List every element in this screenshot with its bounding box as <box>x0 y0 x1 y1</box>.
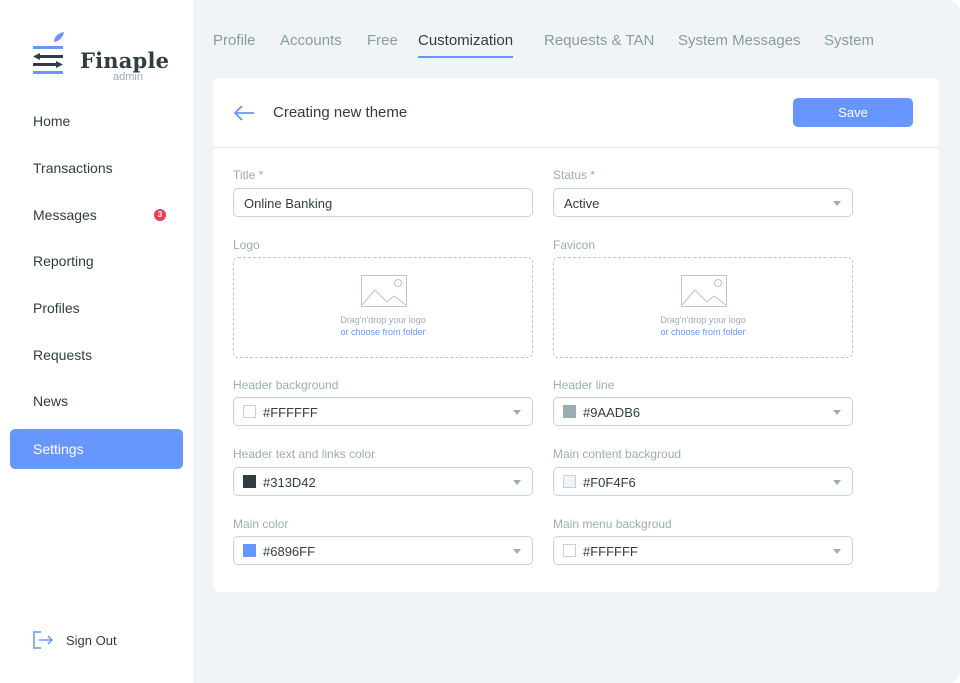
main-content-bg-select[interactable]: #F0F4F6 <box>553 467 853 496</box>
sidebar-item-profiles[interactable]: Profiles <box>10 288 183 328</box>
card-header: Creating new theme Save <box>213 78 939 148</box>
tab-free[interactable]: Free <box>367 32 398 58</box>
color-swatch <box>243 475 256 488</box>
choose-folder-link[interactable]: or choose from folder <box>234 327 532 337</box>
title-input[interactable]: Online Banking <box>233 188 533 217</box>
sidebar-item-messages[interactable]: Messages 3 <box>10 195 183 235</box>
tab-system[interactable]: System <box>824 32 874 58</box>
color-swatch <box>563 405 576 418</box>
sidebar-item-transactions[interactable]: Transactions <box>10 148 183 188</box>
sidebar-item-home[interactable]: Home <box>10 101 183 141</box>
main-content-bg-value: #F0F4F6 <box>583 475 636 490</box>
sidebar-item-news[interactable]: News <box>10 381 183 421</box>
sign-out-button[interactable]: Sign Out <box>32 630 162 650</box>
image-placeholder-icon <box>361 275 407 307</box>
sidebar-item-label: Requests <box>33 347 93 363</box>
chevron-down-icon <box>833 549 841 554</box>
title-label: Title * <box>233 168 264 182</box>
sidebar-item-reporting[interactable]: Reporting <box>10 241 183 281</box>
header-background-value: #FFFFFF <box>263 405 318 420</box>
chevron-down-icon <box>513 549 521 554</box>
header-line-label: Header line <box>553 378 615 392</box>
back-arrow-icon[interactable] <box>233 103 255 123</box>
logo-dropzone[interactable]: Drag'n'drop your logo or choose from fol… <box>233 257 533 358</box>
color-swatch <box>243 405 256 418</box>
main-menu-bg-select[interactable]: #FFFFFF <box>553 536 853 565</box>
dropzone-hint: Drag'n'drop your logo <box>660 315 746 325</box>
header-background-label: Header background <box>233 378 339 392</box>
sidebar-item-label: Settings <box>33 441 84 457</box>
color-swatch <box>563 544 576 557</box>
app-window: Finaple admin Home Transactions Messages… <box>0 0 960 683</box>
sign-out-label: Sign Out <box>66 633 117 648</box>
sidebar-item-label: Messages <box>33 207 97 223</box>
save-button[interactable]: Save <box>793 98 913 127</box>
favicon-label: Favicon <box>553 238 596 252</box>
sidebar-item-settings[interactable]: Settings <box>10 429 183 469</box>
main-color-label: Main color <box>233 517 289 531</box>
chevron-down-icon <box>513 410 521 415</box>
dropzone-hint: Drag'n'drop your logo <box>340 315 426 325</box>
brand-subtitle: admin <box>113 71 143 83</box>
main-menu-bg-value: #FFFFFF <box>583 544 638 559</box>
logo-mark-icon <box>33 32 64 74</box>
sidebar-item-label: Reporting <box>33 253 94 269</box>
brand-name: Finaple <box>80 48 170 73</box>
chevron-down-icon <box>513 480 521 485</box>
main-color-value: #6896FF <box>263 544 316 559</box>
header-text-select[interactable]: #313D42 <box>233 467 533 496</box>
sidebar-item-label: News <box>33 393 69 409</box>
chevron-down-icon <box>833 480 841 485</box>
sign-out-icon <box>33 631 54 649</box>
brand-logo: Finaple admin <box>32 32 182 83</box>
sidebar-item-requests[interactable]: Requests <box>10 335 183 375</box>
logo-label: Logo <box>233 238 260 252</box>
chevron-down-icon <box>833 410 841 415</box>
header-text-value: #313D42 <box>263 475 316 490</box>
sidebar-item-label: Home <box>33 113 71 129</box>
tab-system-messages[interactable]: System Messages <box>678 32 801 58</box>
sidebar: Finaple admin Home Transactions Messages… <box>0 0 193 683</box>
main-color-select[interactable]: #6896FF <box>233 536 533 565</box>
tab-customization[interactable]: Customization <box>418 32 514 58</box>
sidebar-item-label: Transactions <box>33 160 113 176</box>
favicon-dropzone[interactable]: Drag'n'drop your logo or choose from fol… <box>553 257 853 358</box>
header-text-label: Header text and links color <box>233 447 376 461</box>
tab-accounts[interactable]: Accounts <box>280 32 342 58</box>
image-placeholder-icon <box>681 275 727 307</box>
title-value: Online Banking <box>244 196 333 211</box>
messages-count-badge: 3 <box>154 209 166 221</box>
header-line-value: #9AADB6 <box>583 405 641 420</box>
tab-profile[interactable]: Profile <box>213 32 256 58</box>
theme-form-card: Creating new theme Save Title * Online B… <box>213 78 939 592</box>
color-swatch <box>243 544 256 557</box>
header-line-select[interactable]: #9AADB6 <box>553 397 853 426</box>
color-swatch <box>563 475 576 488</box>
sidebar-item-label: Profiles <box>33 300 80 316</box>
status-select[interactable]: Active <box>553 188 853 217</box>
main-menu-bg-label: Main menu backgroud <box>553 517 672 531</box>
status-value: Active <box>564 196 600 211</box>
chevron-down-icon <box>833 201 841 206</box>
header-background-select[interactable]: #FFFFFF <box>233 397 533 426</box>
page-title: Creating new theme <box>273 104 408 121</box>
main-content-bg-label: Main content backgroud <box>553 447 682 461</box>
status-label: Status * <box>553 168 596 182</box>
choose-folder-link[interactable]: or choose from folder <box>554 327 852 337</box>
tab-requests-tan[interactable]: Requests & TAN <box>544 32 654 58</box>
